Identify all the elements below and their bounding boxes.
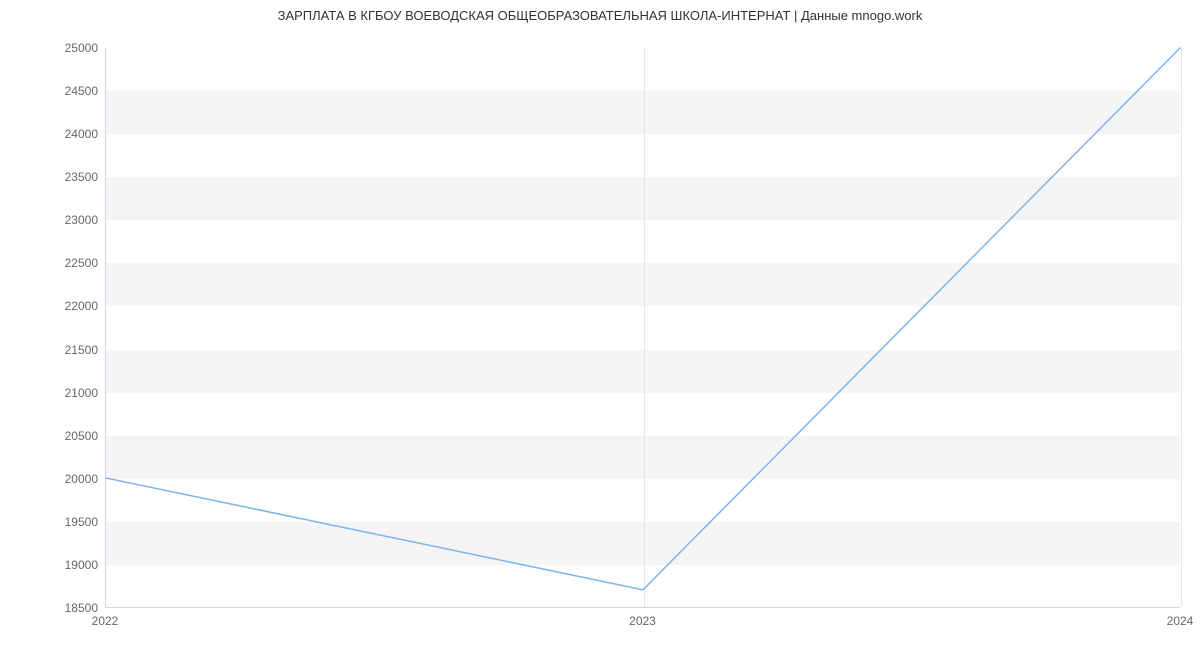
chart-container: ЗАРПЛАТА В КГБОУ ВОЕВОДСКАЯ ОБЩЕОБРАЗОВА… [0, 0, 1200, 650]
y-tick-label: 21500 [8, 343, 98, 357]
y-tick-label: 21000 [8, 386, 98, 400]
salary-line [106, 48, 1180, 590]
x-tick-label: 2024 [1167, 614, 1194, 628]
y-tick-label: 23500 [8, 170, 98, 184]
y-tick-label: 24500 [8, 84, 98, 98]
y-tick-label: 18500 [8, 601, 98, 615]
x-gridline [1181, 48, 1182, 607]
y-tick-label: 20500 [8, 429, 98, 443]
y-tick-label: 19500 [8, 515, 98, 529]
y-tick-label: 22000 [8, 299, 98, 313]
y-tick-label: 19000 [8, 558, 98, 572]
y-tick-label: 24000 [8, 127, 98, 141]
y-tick-label: 20000 [8, 472, 98, 486]
plot-area [105, 48, 1180, 608]
y-tick-label: 23000 [8, 213, 98, 227]
data-series [106, 48, 1180, 607]
y-tick-label: 22500 [8, 256, 98, 270]
x-tick-label: 2023 [629, 614, 656, 628]
chart-title: ЗАРПЛАТА В КГБОУ ВОЕВОДСКАЯ ОБЩЕОБРАЗОВА… [0, 8, 1200, 23]
x-tick-label: 2022 [92, 614, 119, 628]
y-tick-label: 25000 [8, 41, 98, 55]
